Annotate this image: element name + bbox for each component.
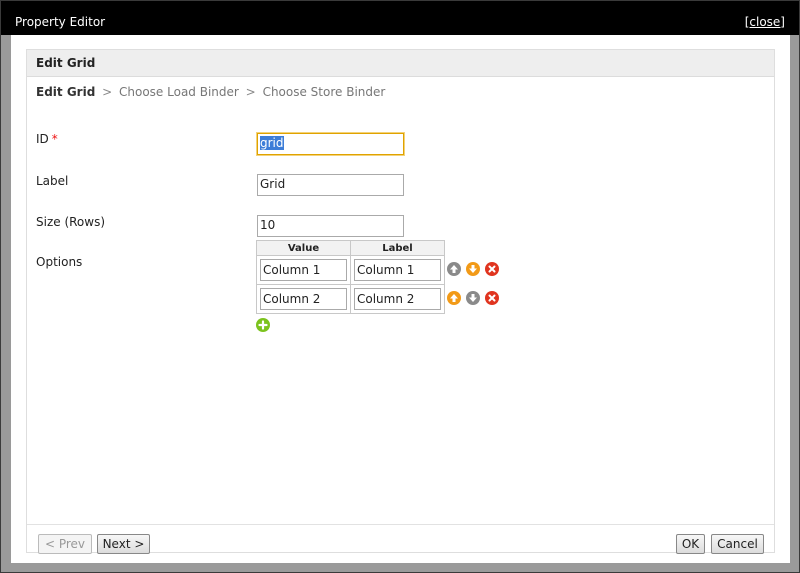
option-value-input[interactable]: Column 2	[260, 288, 347, 310]
value-cell: Column 2	[256, 284, 351, 314]
dialog-title: Property Editor	[15, 15, 106, 29]
close-link[interactable]: [close]	[745, 15, 785, 30]
delete-icon[interactable]	[485, 290, 499, 305]
label-column-header: Label	[350, 240, 445, 256]
delete-icon[interactable]	[485, 261, 499, 276]
value-column-header: Value	[256, 240, 351, 256]
id-field[interactable]: grid	[257, 133, 404, 155]
row-actions	[447, 290, 504, 305]
breadcrumb-separator: >	[245, 85, 256, 99]
options-label: Options	[36, 255, 83, 269]
arrow-down-icon[interactable]	[466, 290, 480, 305]
breadcrumb-edit-grid: Edit Grid	[36, 85, 96, 99]
size-field[interactable]: 10	[257, 215, 404, 237]
value-cell: Column 1	[256, 255, 351, 285]
add-icon[interactable]	[256, 318, 270, 332]
table-row: Column 1 Column 1	[256, 255, 445, 285]
options-header-row: Value Label	[256, 240, 445, 256]
options-table: Value Label Column 1 Column 1 Column 2 C…	[256, 240, 445, 314]
title-bar[interactable]: Property Editor [close]	[1, 1, 799, 35]
arrow-up-icon[interactable]	[447, 290, 461, 305]
property-editor-dialog: Property Editor [close] Edit Grid Edit G…	[0, 0, 800, 573]
edit-panel: Edit Grid Edit Grid > Choose Load Binder…	[26, 49, 775, 554]
cancel-button[interactable]: Cancel	[711, 534, 764, 554]
option-label-input[interactable]: Column 2	[354, 288, 441, 310]
arrow-down-icon[interactable]	[466, 261, 480, 276]
panel-header: Edit Grid	[27, 50, 774, 77]
required-marker: *	[51, 132, 58, 146]
ok-button[interactable]: OK	[676, 534, 705, 554]
id-label-text: ID	[36, 132, 49, 146]
footer-divider	[27, 524, 774, 525]
breadcrumb: Edit Grid > Choose Load Binder > Choose …	[36, 85, 385, 99]
row-actions	[447, 261, 504, 276]
id-field-value: grid	[260, 136, 284, 150]
option-value-input[interactable]: Column 1	[260, 259, 347, 281]
breadcrumb-load-binder: Choose Load Binder	[119, 85, 239, 99]
breadcrumb-store-binder: Choose Store Binder	[262, 85, 386, 99]
breadcrumb-separator: >	[102, 85, 113, 99]
dialog-content: Edit Grid Edit Grid > Choose Load Binder…	[11, 35, 790, 563]
label-cell: Column 1	[350, 255, 445, 285]
table-row: Column 2 Column 2	[256, 284, 445, 314]
size-label: Size (Rows)	[36, 215, 106, 229]
id-label: ID *	[36, 132, 58, 146]
label-field[interactable]: Grid	[257, 174, 404, 196]
label-label: Label	[36, 174, 69, 188]
option-label-input[interactable]: Column 1	[354, 259, 441, 281]
label-cell: Column 2	[350, 284, 445, 314]
next-button[interactable]: Next >	[97, 534, 150, 554]
arrow-up-icon[interactable]	[447, 261, 461, 276]
prev-button[interactable]: < Prev	[38, 534, 92, 554]
